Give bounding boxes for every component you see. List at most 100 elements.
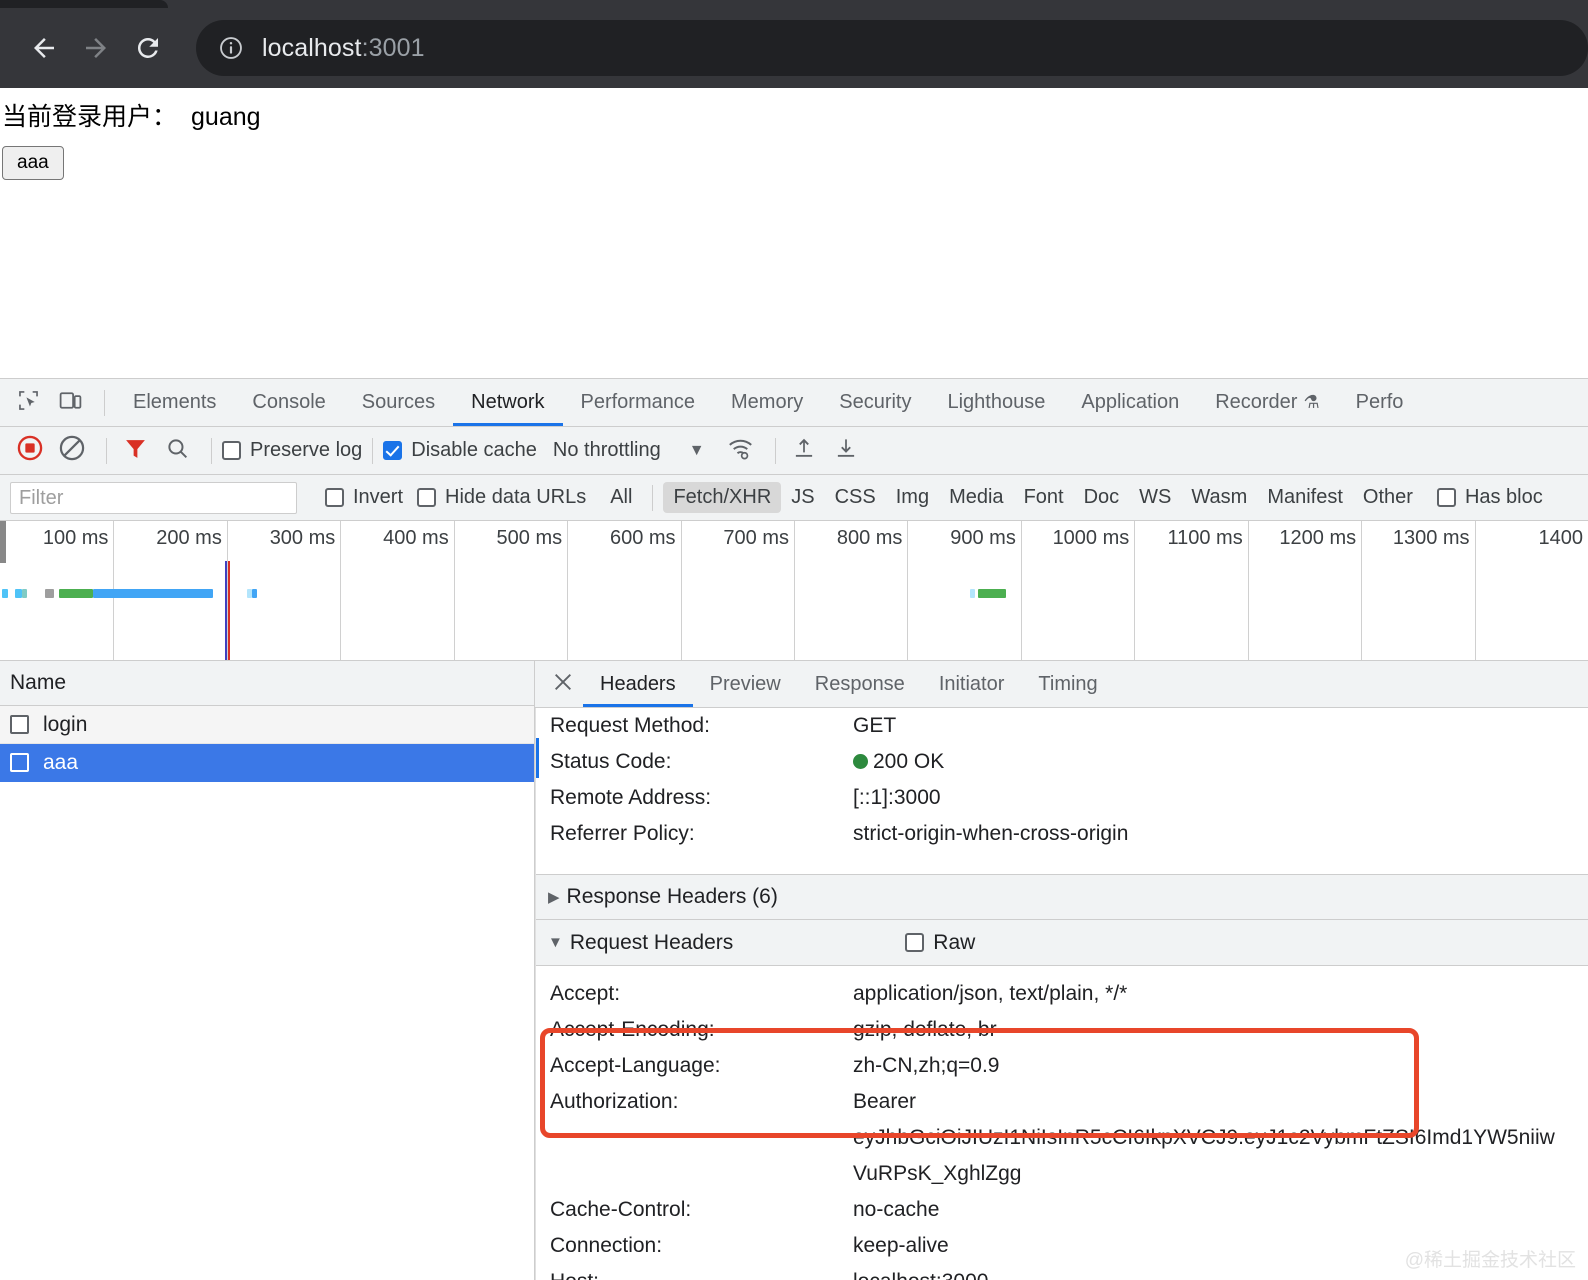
detail-tab-headers[interactable]: Headers <box>583 661 693 707</box>
hide-data-urls-toggle[interactable]: Hide data URLs <box>417 486 586 509</box>
detail-tab-response[interactable]: Response <box>798 661 922 707</box>
toolbar-divider-2 <box>211 438 212 464</box>
network-overview-timeline[interactable]: 100 ms200 ms300 ms400 ms500 ms600 ms700 … <box>0 521 1588 661</box>
arrow-left-icon <box>29 33 59 63</box>
header-key: Accept-Language: <box>550 1048 853 1084</box>
type-filter-css[interactable]: CSS <box>825 482 886 513</box>
timeline-tick: 1000 ms <box>1134 521 1135 661</box>
header-value: zh-CN,zh;q=0.9 <box>853 1048 1000 1084</box>
type-filter-font[interactable]: Font <box>1014 482 1074 513</box>
detail-scroll-marker <box>535 738 539 778</box>
header-value: [::1]:3000 <box>853 780 941 816</box>
raw-checkbox[interactable] <box>905 933 924 952</box>
overview-request-bar <box>978 589 1006 598</box>
status-ok-dot-icon <box>853 754 868 769</box>
tab-memory[interactable]: Memory <box>713 379 821 426</box>
type-filter-manifest[interactable]: Manifest <box>1257 482 1353 513</box>
tab-performance-insights[interactable]: Perfo <box>1338 379 1422 426</box>
throttling-select[interactable]: No throttling <box>553 439 661 462</box>
close-detail-button[interactable] <box>543 664 583 704</box>
type-filter-wasm[interactable]: Wasm <box>1181 482 1257 513</box>
request-row-checkbox[interactable] <box>10 753 29 772</box>
timeline-tick-label: 1000 ms <box>1053 527 1130 550</box>
detail-tab-preview[interactable]: Preview <box>693 661 798 707</box>
raw-toggle[interactable]: Raw <box>905 931 975 955</box>
devtools-tabbar: Elements Console Sources Network Perform… <box>0 379 1588 427</box>
url-host: localhost <box>262 34 362 62</box>
request-row-checkbox[interactable] <box>10 715 29 734</box>
table-row[interactable]: login <box>0 706 534 744</box>
hide-data-urls-label: Hide data URLs <box>445 486 586 509</box>
filter-toggle-button[interactable] <box>117 433 153 469</box>
type-filter-all[interactable]: All <box>600 482 642 513</box>
reload-button[interactable] <box>122 22 174 74</box>
tab-lighthouse[interactable]: Lighthouse <box>929 379 1063 426</box>
funnel-filter-icon <box>123 436 148 466</box>
timeline-tick: 500 ms <box>567 521 568 661</box>
type-filter-media[interactable]: Media <box>939 482 1013 513</box>
network-conditions-button[interactable] <box>723 433 759 469</box>
record-button[interactable] <box>12 433 48 469</box>
filter-input[interactable]: Filter <box>10 482 297 514</box>
tab-console[interactable]: Console <box>234 379 343 426</box>
has-blocked-checkbox[interactable] <box>1437 488 1456 507</box>
header-key: Connection: <box>550 1228 853 1264</box>
chevron-right-icon: ▶ <box>548 888 560 906</box>
info-circle-icon[interactable] <box>218 35 244 61</box>
network-conditions-wifi-icon <box>727 435 754 467</box>
type-filter-other[interactable]: Other <box>1353 482 1423 513</box>
forward-button[interactable] <box>70 22 122 74</box>
detail-tab-initiator[interactable]: Initiator <box>922 661 1022 707</box>
clear-button[interactable] <box>54 433 90 469</box>
aaa-button[interactable]: aaa <box>2 146 64 180</box>
type-filter-js[interactable]: JS <box>781 482 824 513</box>
request-header-row-authorization: Authorization: Bearer eyJhbGciOiJIUzI1Ni… <box>536 1084 1588 1192</box>
detail-tab-timing[interactable]: Timing <box>1021 661 1114 707</box>
preserve-log-checkbox[interactable] <box>222 441 241 460</box>
tab-elements[interactable]: Elements <box>115 379 234 426</box>
device-toolbar-icon <box>58 388 83 418</box>
tab-recorder[interactable]: Recorder⚗ <box>1197 379 1337 426</box>
inspect-element-icon <box>16 388 41 418</box>
tab-network[interactable]: Network <box>453 379 562 426</box>
export-har-button[interactable] <box>828 433 864 469</box>
invert-checkbox[interactable] <box>325 488 344 507</box>
tab-performance[interactable]: Performance <box>563 379 714 426</box>
browser-chrome: localhost:3001 <box>0 0 1588 88</box>
tab-application[interactable]: Application <box>1063 379 1197 426</box>
request-list-column-name[interactable]: Name <box>0 661 534 706</box>
back-button[interactable] <box>18 22 70 74</box>
type-filter-fetch-xhr[interactable]: Fetch/XHR <box>663 482 781 513</box>
import-har-button[interactable] <box>786 433 822 469</box>
request-header-row-cache-control: Cache-Control: no-cache <box>536 1192 1588 1228</box>
import-har-upload-icon <box>791 435 817 466</box>
disable-cache-checkbox[interactable] <box>383 441 402 460</box>
header-key: Referrer Policy: <box>550 816 853 852</box>
overview-request-bar <box>93 589 213 598</box>
toolbar-divider-3 <box>372 438 373 464</box>
type-filter-doc[interactable]: Doc <box>1074 482 1130 513</box>
invert-toggle[interactable]: Invert <box>325 486 403 509</box>
tab-sources[interactable]: Sources <box>344 379 453 426</box>
disable-cache-toggle[interactable]: Disable cache <box>383 439 537 462</box>
hide-data-urls-checkbox[interactable] <box>417 488 436 507</box>
device-toolbar-button[interactable] <box>52 385 88 421</box>
arrow-right-icon <box>81 33 111 63</box>
type-filter-img[interactable]: Img <box>886 482 939 513</box>
response-headers-section-toggle[interactable]: ▶ Response Headers (6) <box>536 874 1588 920</box>
tab-security[interactable]: Security <box>821 379 929 426</box>
type-filter-ws[interactable]: WS <box>1129 482 1181 513</box>
address-bar[interactable]: localhost:3001 <box>196 20 1588 76</box>
search-button[interactable] <box>159 433 195 469</box>
overview-request-bar <box>2 589 8 598</box>
inspect-element-button[interactable] <box>10 385 46 421</box>
preserve-log-toggle[interactable]: Preserve log <box>222 439 362 462</box>
request-headers-section-toggle[interactable]: ▼ Request Headers Raw <box>536 920 1588 966</box>
has-blocked-toggle[interactable]: Has bloc <box>1437 486 1543 509</box>
table-row[interactable]: aaa <box>0 744 534 782</box>
browser-tab-stub[interactable] <box>0 0 168 8</box>
search-magnifier-icon <box>165 436 190 466</box>
timeline-tick-label: 100 ms <box>43 527 109 550</box>
chevron-down-icon[interactable]: ▼ <box>689 442 705 460</box>
overview-request-bar <box>970 589 976 598</box>
